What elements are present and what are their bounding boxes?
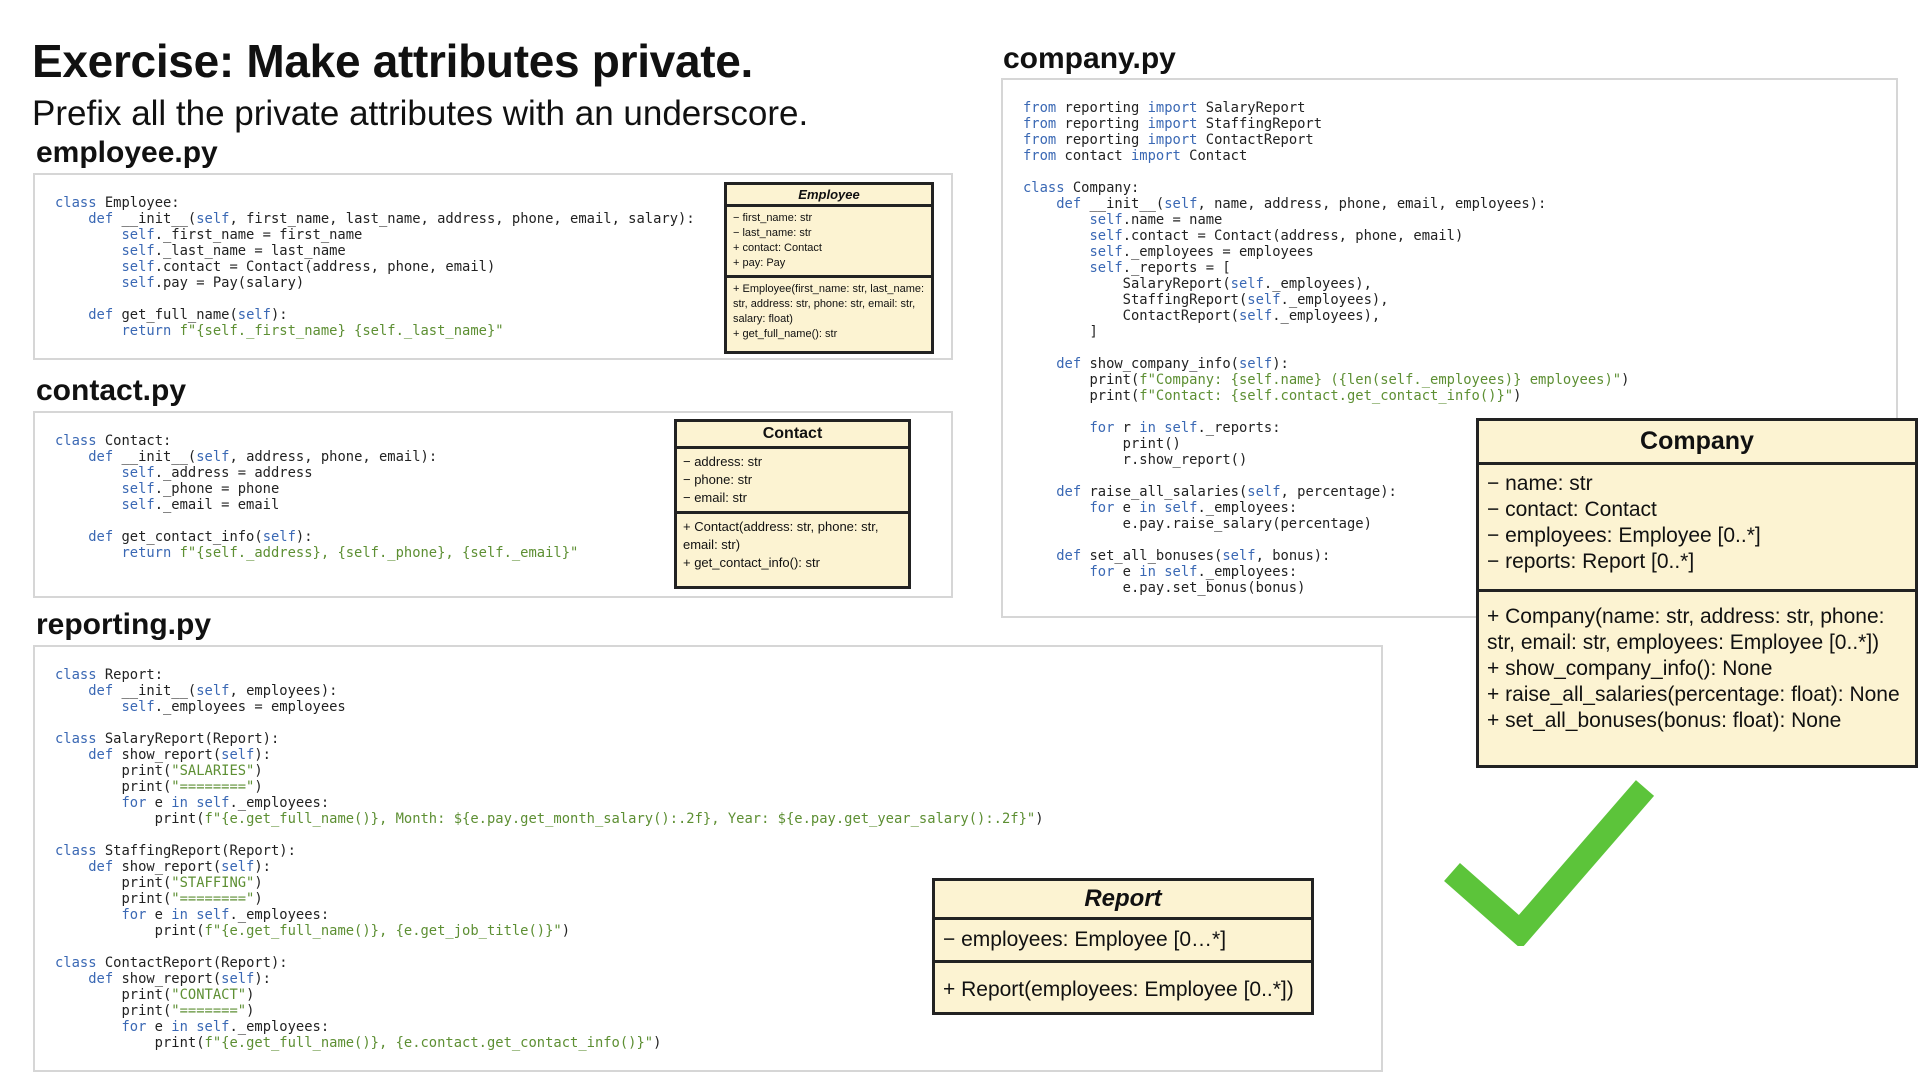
contact-file-label: contact.py <box>36 374 187 407</box>
uml-attribute: − address: str <box>683 454 763 469</box>
uml-attribute: + pay: Pay <box>733 257 786 269</box>
uml-attribute: − reports: Report [0..*] <box>1487 550 1695 573</box>
company-file-label: company.py <box>1003 42 1176 75</box>
uml-methods: + Company(name: str, address: str, phone… <box>1479 592 1915 740</box>
uml-method: + raise_all_salaries(percentage: float):… <box>1487 683 1900 706</box>
reporting-code: class Report: def __init__(self, employe… <box>55 667 1044 1051</box>
report-uml-class: Report − employees: Employee [0…*] + Rep… <box>932 878 1314 1015</box>
employee-file-label: employee.py <box>36 136 218 169</box>
uml-method: + show_company_info(): None <box>1487 657 1773 680</box>
uml-attribute: − name: str <box>1487 472 1593 495</box>
contact-code: class Contact: def __init__(self, addres… <box>55 433 579 561</box>
uml-method: + Employee(first_name: str, last_name: s… <box>733 283 925 325</box>
uml-attribute: − contact: Contact <box>1487 498 1657 521</box>
uml-attribute: + contact: Contact <box>733 242 822 254</box>
uml-method: + get_contact_info(): str <box>683 555 820 570</box>
uml-attribute: − last_name: str <box>733 227 812 239</box>
uml-method: + Contact(address: str, phone: str, emai… <box>683 519 879 552</box>
uml-attribute: − first_name: str <box>733 212 813 224</box>
uml-class-name: Report <box>935 881 1311 920</box>
page-title: Exercise: Make attributes private. <box>32 35 754 87</box>
page-subtitle: Prefix all the private attributes with a… <box>32 94 809 133</box>
uml-attributes: − address: str − phone: str − email: str <box>677 449 908 514</box>
contact-uml-class: Contact − address: str − phone: str − em… <box>674 419 911 589</box>
uml-attribute: − phone: str <box>683 472 753 487</box>
uml-method: + Report(employees: Employee [0..*]) <box>943 978 1294 1001</box>
uml-attribute: − employees: Employee [0…*] <box>943 928 1227 951</box>
uml-attribute: − email: str <box>683 490 747 505</box>
uml-method: + set_all_bonuses(bonus: float): None <box>1487 709 1842 732</box>
uml-attributes: − first_name: str − last_name: str + con… <box>727 207 931 278</box>
uml-methods: + Report(employees: Employee [0..*]) <box>935 963 1311 1010</box>
uml-method: + get_full_name(): str <box>733 328 838 340</box>
company-uml-class: Company − name: str − contact: Contact −… <box>1476 418 1918 768</box>
uml-method: + Company(name: str, address: str, phone… <box>1487 605 1885 654</box>
uml-class-name: Company <box>1479 421 1915 465</box>
employee-uml-class: Employee − first_name: str − last_name: … <box>724 182 934 354</box>
employee-code: class Employee: def __init__(self, first… <box>55 195 695 339</box>
uml-attributes: − name: str − contact: Contact − employe… <box>1479 465 1915 592</box>
checkmark-icon <box>1444 780 1655 946</box>
uml-attribute: − employees: Employee [0..*] <box>1487 524 1761 547</box>
uml-methods: + Contact(address: str, phone: str, emai… <box>677 514 908 576</box>
uml-attributes: − employees: Employee [0…*] <box>935 920 1311 963</box>
uml-methods: + Employee(first_name: str, last_name: s… <box>727 278 931 346</box>
uml-class-name: Employee <box>727 185 931 207</box>
reporting-file-label: reporting.py <box>36 608 212 641</box>
uml-class-name: Contact <box>677 422 908 449</box>
